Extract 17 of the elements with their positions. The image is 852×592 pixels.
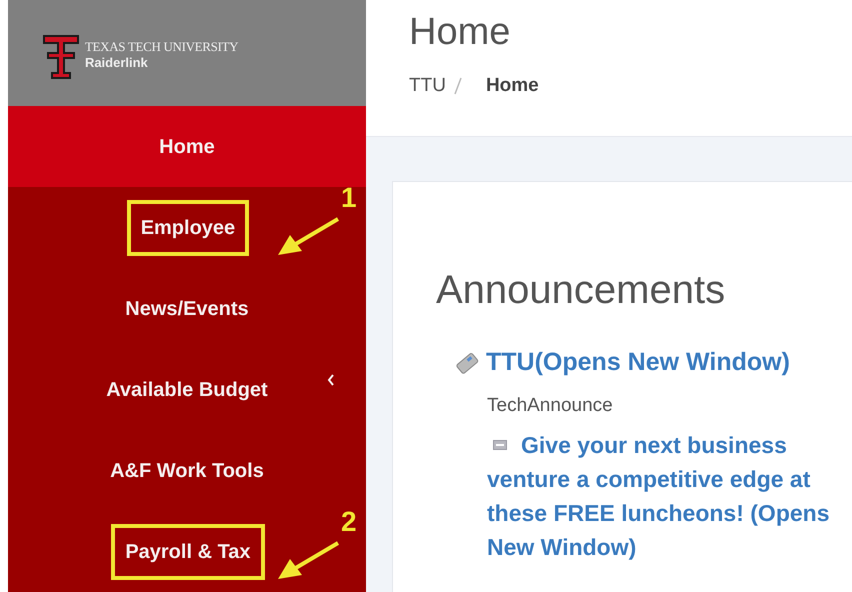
announcement-link[interactable]: Give your next business venture a competitive edge at these FREE luncheons! (Opens New Window) xyxy=(487,428,852,564)
highlight-frame: Employee xyxy=(126,200,250,256)
highlight-frame: Payroll & Tax xyxy=(111,524,265,580)
breadcrumb-separator-icon xyxy=(454,76,462,96)
feed-link[interactable]: TTU(Opens New Window) xyxy=(486,344,790,382)
feed-source: TechAnnounce xyxy=(487,394,614,418)
breadcrumb-item[interactable]: TTU xyxy=(409,72,446,100)
nav-item[interactable]: Home xyxy=(8,106,366,187)
double-t-logo-icon xyxy=(40,33,81,81)
callout-arrow xyxy=(276,217,340,257)
breadcrumb-item: Home xyxy=(486,74,539,98)
product-name: Raiderlink xyxy=(84,55,149,70)
callout-arrow xyxy=(276,541,340,581)
section-heading: Announcements xyxy=(436,267,726,314)
page-title: Home xyxy=(409,10,512,55)
university-name: TEXAS TECH UNIVERSITY xyxy=(84,39,238,55)
collapse-icon xyxy=(493,440,507,450)
